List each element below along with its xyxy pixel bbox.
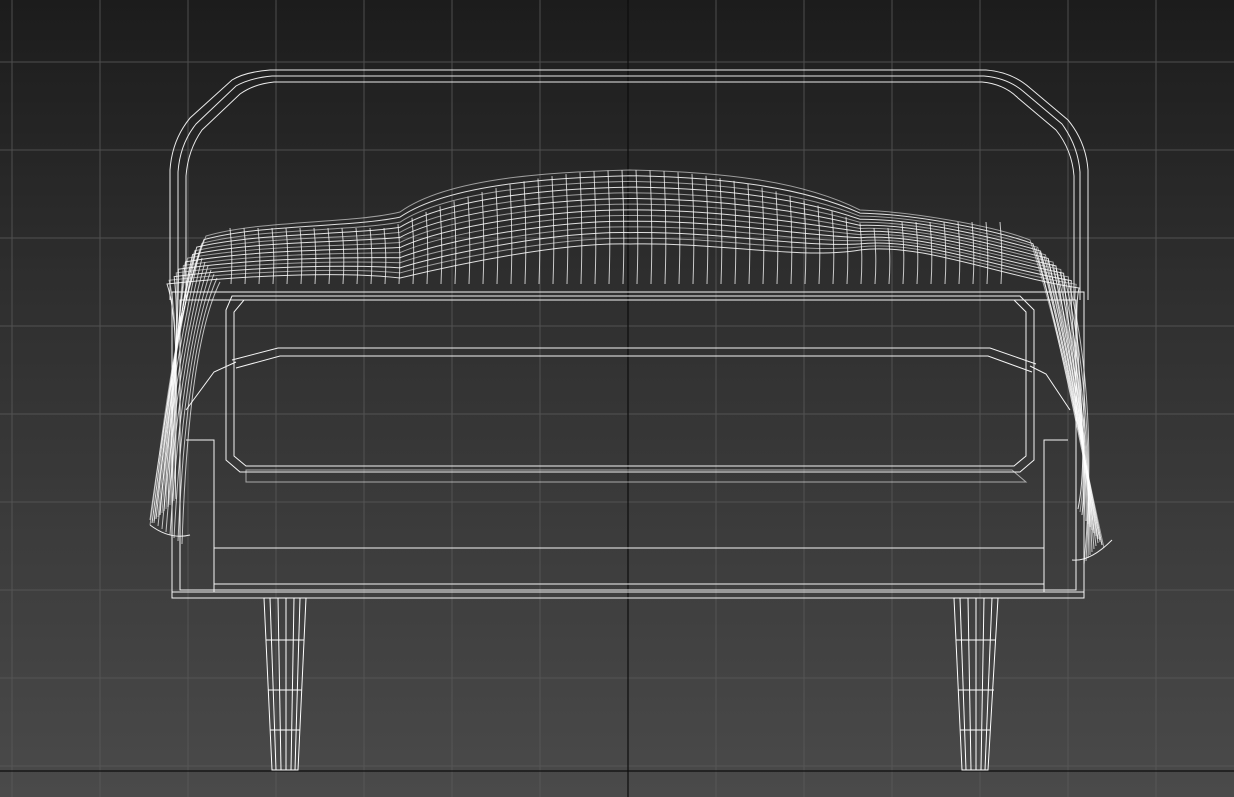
duvet-contour [167, 220, 1087, 522]
duvet-contour [163, 209, 1091, 528]
duvet-strand [747, 183, 751, 285]
headboard[interactable] [169, 69, 1089, 300]
duvet-strand [383, 227, 387, 285]
viewport-grid [0, 0, 1234, 797]
duvet-strand [901, 221, 905, 285]
duvet-strand [299, 227, 303, 285]
bed-wireframe[interactable] [149, 69, 1113, 771]
duvet-strand [453, 201, 457, 285]
duvet-strand [887, 227, 891, 285]
duvet-strand [495, 188, 499, 285]
duvet-strand [859, 223, 863, 285]
right-leg[interactable] [953, 597, 999, 771]
duvet-strand [523, 181, 527, 285]
duvet-strand [551, 176, 555, 285]
duvet-strand [411, 217, 415, 285]
duvet-strand [733, 180, 737, 285]
duvet-strand [355, 227, 359, 285]
duvet-strand [831, 211, 835, 285]
duvet-contour [165, 215, 1089, 525]
duvet-strand [789, 195, 793, 285]
duvet-strand [565, 174, 569, 285]
viewport-front-wireframe[interactable] [0, 0, 1234, 797]
duvet-contour [159, 197, 1095, 534]
duvet-strand [243, 227, 247, 285]
duvet[interactable] [149, 169, 1113, 565]
duvet-strand [425, 211, 429, 285]
duvet-strand [817, 205, 821, 285]
left-leg[interactable] [263, 597, 307, 771]
duvet-strand [467, 196, 471, 285]
duvet-strand [327, 227, 331, 285]
duvet-strand [845, 216, 849, 285]
world-axes [0, 0, 1234, 797]
duvet-strand [397, 224, 401, 285]
duvet-strand [257, 227, 261, 285]
duvet-contour [168, 237, 1084, 513]
duvet-strand [313, 227, 317, 285]
viewport-canvas[interactable] [0, 0, 1234, 797]
duvet-strand [873, 227, 877, 285]
duvet-strand [971, 221, 975, 285]
duvet-strand [509, 184, 513, 285]
duvet-strand [915, 221, 919, 285]
